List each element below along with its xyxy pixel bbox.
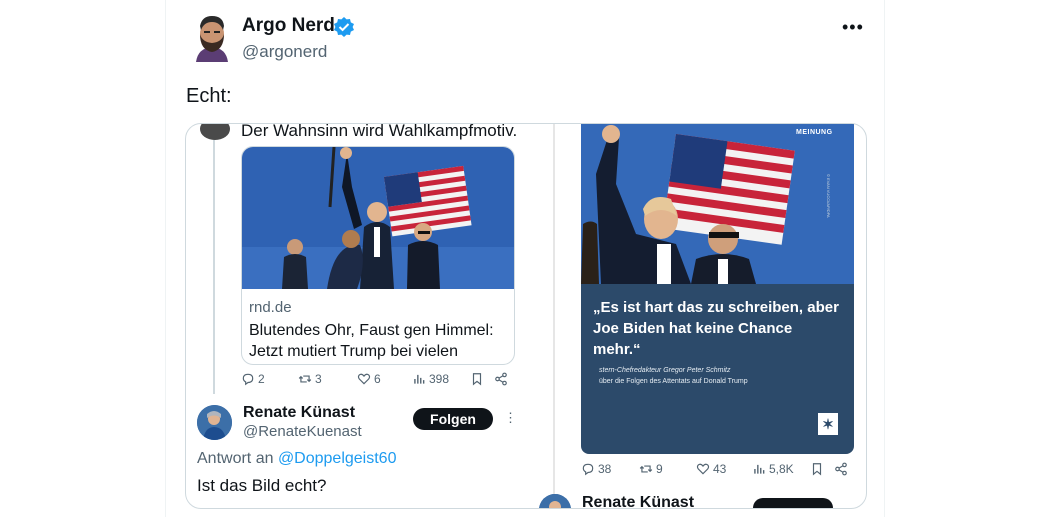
repost-count: 3	[315, 372, 322, 386]
link-card[interactable]: rnd.de Blutendes Ohr, Faust gen Himmel: …	[241, 146, 515, 365]
reply-icon	[582, 463, 594, 476]
author-avatar[interactable]	[190, 14, 234, 62]
next-reply-name[interactable]: Renate Künast	[582, 494, 694, 508]
card-domain: rnd.de	[249, 299, 292, 316]
author-handle[interactable]: @argonerd	[242, 42, 327, 62]
like-count: 6	[374, 372, 381, 386]
repost-count: 9	[656, 462, 663, 476]
like-icon	[357, 373, 371, 385]
reply-to-handle[interactable]: @Doppelgeist60	[278, 450, 397, 467]
verified-icon	[333, 16, 355, 38]
like-action[interactable]: 6	[357, 372, 381, 386]
repost-action-right[interactable]: 9	[639, 462, 663, 476]
reply-count: 38	[598, 462, 612, 476]
opinion-label: MEINUNG	[796, 129, 833, 136]
screenshot-divider	[553, 124, 555, 508]
stern-photo	[581, 124, 854, 284]
timeline-border-right	[884, 0, 885, 517]
repost-icon	[639, 465, 653, 473]
views-icon	[414, 374, 425, 384]
like-icon	[696, 463, 710, 475]
reply-action[interactable]: 2	[241, 372, 265, 386]
reply-to-prefix: Antwort an	[197, 450, 274, 467]
tweet-text: Echt:	[186, 85, 232, 107]
views-icon	[754, 464, 765, 474]
thread-line	[213, 124, 215, 394]
reply-author-handle[interactable]: @RenateKuenast	[243, 423, 362, 440]
timeline-border-left	[165, 0, 166, 517]
photo-credit: © EVAN VUCCI/AP/DPA	[826, 174, 831, 218]
views-count: 5,8K	[769, 462, 794, 476]
reply-icon	[242, 373, 254, 386]
reply-action-right[interactable]: 38	[581, 462, 611, 476]
quote-text: „Es ist hart das zu schreiben, aber Joe …	[593, 299, 839, 358]
next-reply-avatar[interactable]	[539, 494, 571, 508]
reply-text: Ist das Bild echt?	[197, 476, 327, 495]
views-action[interactable]: 398	[412, 372, 449, 386]
views-action-right[interactable]: 5,8K	[752, 462, 794, 476]
views-count: 398	[429, 372, 450, 386]
reply-author-avatar[interactable]	[197, 405, 232, 440]
share-icon[interactable]	[494, 372, 508, 386]
more-icon[interactable]: •••	[842, 17, 864, 38]
reply-to: Antwort an @Doppelgeist60	[197, 450, 396, 468]
quote-subtitle-line2: über die Folgen des Attentats auf Donald…	[599, 378, 748, 385]
card-image	[242, 147, 514, 289]
quoted-text: Der Wahnsinn wird Wahlkampfmotiv.	[241, 123, 518, 140]
quoted-avatar	[200, 124, 230, 140]
stern-graphic[interactable]: MEINUNG © EVAN VUCCI/AP/DPA „Es ist hart…	[581, 124, 854, 454]
share-icon[interactable]	[834, 462, 848, 476]
card-title: Blutendes Ohr, Faust gen Himmel: Jetzt m…	[249, 322, 494, 360]
follow-button[interactable]: Folgen	[413, 408, 493, 430]
bookmark-icon[interactable]	[470, 372, 484, 386]
reply-author-name[interactable]: Renate Künast	[243, 404, 355, 422]
bookmark-icon[interactable]	[810, 462, 824, 476]
stern-logo-icon: ✶	[818, 413, 838, 435]
like-action-right[interactable]: 43	[696, 462, 726, 476]
like-count: 43	[713, 462, 727, 476]
repost-action[interactable]: 3	[298, 372, 322, 386]
follow-button-partial[interactable]	[753, 498, 833, 508]
tweet-media[interactable]: Der Wahnsinn wird Wahlkampfmotiv. rnd.de…	[185, 123, 867, 509]
author-name[interactable]: Argo Nerd	[242, 15, 335, 37]
reply-count: 2	[258, 372, 265, 386]
quote-subtitle: stern-Chefredakteur Gregor Peter Schmitz…	[599, 365, 839, 387]
reply-more-icon[interactable]: ⋮	[504, 410, 517, 426]
quote-subtitle-line1: stern-Chefredakteur Gregor Peter Schmitz	[599, 367, 731, 374]
repost-icon	[298, 375, 312, 383]
